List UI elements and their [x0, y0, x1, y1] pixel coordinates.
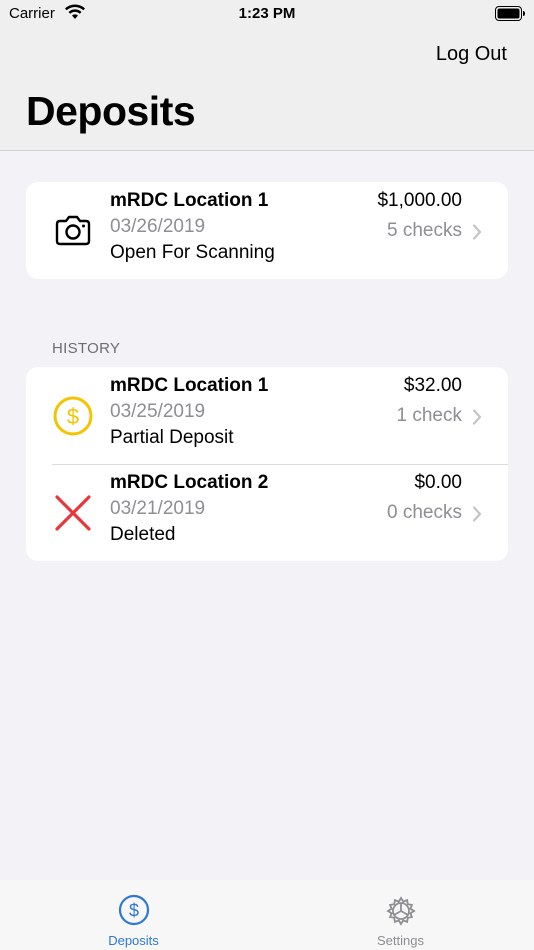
deposit-amount: $0.00	[414, 472, 462, 493]
deposit-status: Partial Deposit	[110, 427, 234, 448]
deposit-check-count: 1 check	[396, 405, 462, 426]
history-row[interactable]: $ mRDC Location 1 03/25/2019 Partial Dep…	[26, 367, 508, 464]
dollar-circle-icon: $	[118, 894, 150, 931]
tab-deposits[interactable]: $ Deposits	[0, 880, 267, 950]
svg-text:$: $	[128, 901, 138, 921]
deposit-date: 03/25/2019	[110, 401, 206, 422]
navigation-header: Log Out Deposits	[0, 28, 534, 151]
deposit-status: Open For Scanning	[110, 242, 275, 263]
battery-icon	[495, 6, 525, 26]
camera-icon	[52, 210, 94, 252]
deposit-date: 03/21/2019	[110, 498, 206, 519]
current-deposit-card: mRDC Location 1 03/26/2019 Open For Scan…	[26, 182, 508, 279]
log-out-button[interactable]: Log Out	[436, 43, 507, 66]
status-bar: Carrier 1:23 PM	[0, 0, 534, 28]
tab-label: Deposits	[108, 933, 159, 948]
history-card: $ mRDC Location 1 03/25/2019 Partial Dep…	[26, 367, 508, 561]
history-row[interactable]: mRDC Location 2 03/21/2019 Deleted $0.00…	[26, 464, 508, 561]
status-time: 1:23 PM	[238, 5, 296, 22]
deposit-location-name: mRDC Location 2	[110, 472, 269, 493]
history-section-header: HISTORY	[52, 340, 121, 357]
deposit-date: 03/26/2019	[110, 216, 206, 237]
tab-bar: $ Deposits Settings	[0, 880, 534, 950]
deposit-location-name: mRDC Location 1	[110, 375, 269, 396]
gear-icon	[384, 894, 418, 933]
chevron-right-icon	[472, 409, 482, 430]
dollar-circle-icon: $	[52, 395, 94, 437]
tab-label: Settings	[377, 933, 424, 948]
chevron-right-icon	[472, 224, 482, 245]
deposit-status: Deleted	[110, 524, 176, 545]
deposit-amount: $32.00	[403, 375, 462, 396]
chevron-right-icon	[472, 506, 482, 527]
deposit-check-count: 0 checks	[387, 502, 462, 523]
x-mark-icon	[52, 492, 94, 534]
deposit-amount: $1,000.00	[377, 190, 462, 211]
deposit-location-name: mRDC Location 1	[110, 190, 269, 211]
tab-settings[interactable]: Settings	[267, 880, 534, 950]
deposit-check-count: 5 checks	[387, 220, 462, 241]
page-title: Deposits	[26, 88, 196, 134]
current-deposit-row[interactable]: mRDC Location 1 03/26/2019 Open For Scan…	[26, 182, 508, 279]
svg-text:$: $	[67, 404, 79, 429]
